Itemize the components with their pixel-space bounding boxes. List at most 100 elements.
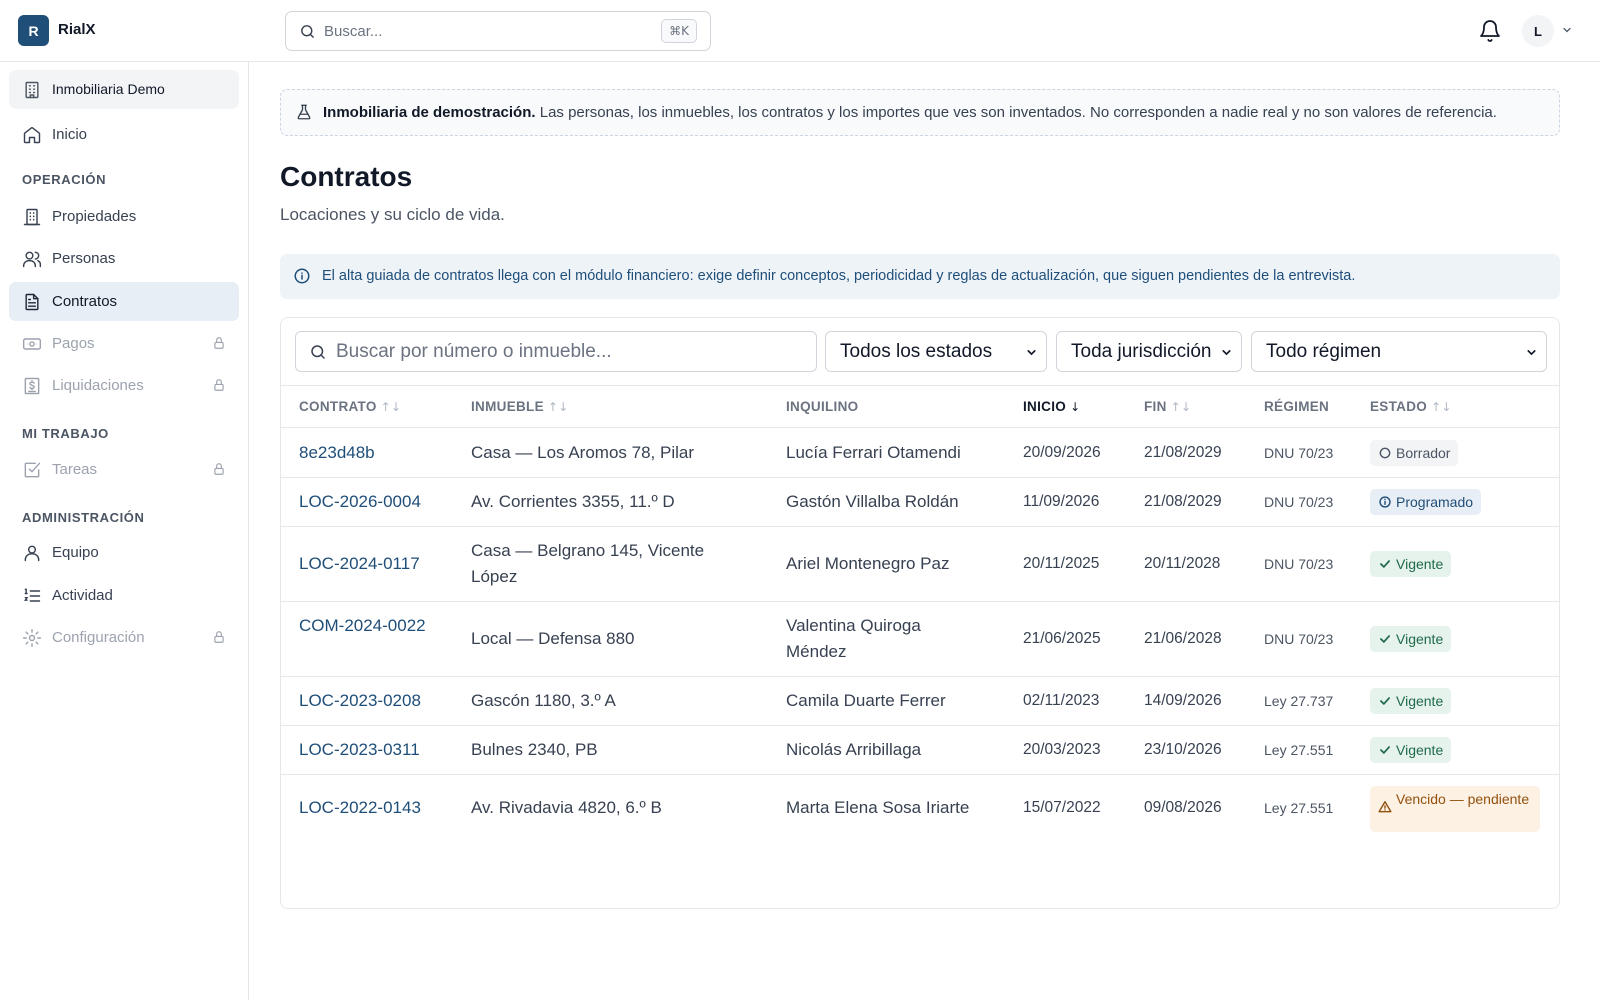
regime-cell: Ley 27.551 — [1264, 800, 1334, 816]
app-name[interactable]: RialX — [58, 21, 96, 38]
table-row[interactable]: COM-2024-0022 Local — Defensa 880 Valent… — [281, 602, 1559, 677]
sidebar-item-propiedades[interactable]: Propiedades — [9, 197, 239, 236]
main-content: Inmobiliaria de demostración. Las person… — [250, 62, 1600, 1000]
sort-icon: ↑↓ — [1170, 400, 1192, 414]
sidebar-item-label: Equipo — [52, 544, 99, 561]
info-icon — [1379, 496, 1391, 508]
contract-search-input[interactable] — [336, 340, 796, 364]
table-row[interactable]: 8e23d48b Casa — Los Aromos 78, Pilar Luc… — [281, 428, 1559, 478]
sidebar-item-tareas[interactable]: Tareas — [9, 450, 239, 489]
column-header-label: FIN — [1144, 399, 1167, 414]
contract-link[interactable]: 8e23d48b — [299, 440, 375, 466]
user-icon — [24, 545, 40, 562]
regime-cell: DNU 70/23 — [1264, 494, 1334, 510]
banknote-icon — [22, 338, 42, 350]
status-badge-label: Vencido — pendiente — [1396, 791, 1530, 807]
sort-icon: ↑↓ — [380, 400, 402, 414]
org-name: Inmobiliaria Demo — [52, 81, 165, 97]
property-cell: Casa — Los Aromos 78, Pilar — [471, 443, 694, 462]
sidebar-item-label: Personas — [52, 250, 116, 267]
end-date-cell: 21/08/2029 — [1144, 444, 1222, 461]
table-row[interactable]: LOC-2022-0143 Av. Rivadavia 4820, 6.º B … — [281, 775, 1559, 842]
section-mi-trabajo: MI TRABAJO — [22, 426, 109, 441]
contract-link[interactable]: LOC-2026-0004 — [299, 489, 421, 515]
column-header-fin[interactable]: FIN ↑↓ — [1144, 399, 1191, 414]
start-date-cell: 15/07/2022 — [1023, 799, 1101, 816]
sidebar-item-configuracion[interactable]: Configuración — [9, 618, 239, 657]
page-subtitle: Locaciones y su ciclo de vida. — [280, 205, 505, 224]
chevron-down-icon[interactable] — [1561, 24, 1573, 36]
table-row[interactable]: LOC-2023-0208 Gascón 1180, 3.º A Camila … — [281, 677, 1559, 726]
regime-filter-select[interactable]: Todo régimen — [1251, 331, 1547, 372]
regime-cell: DNU 70/23 — [1264, 631, 1334, 647]
section-administracion: ADMINISTRACIÓN — [22, 510, 145, 525]
status-badge: Vigente — [1370, 688, 1452, 714]
sidebar-item-label: Contratos — [52, 293, 118, 310]
receipt-icon — [24, 377, 40, 395]
regime-filter-value: Todo régimen — [1266, 341, 1382, 362]
sidebar-item-pagos[interactable]: Pagos — [9, 324, 239, 363]
tenant-cell: Gastón Villalba Roldán — [786, 492, 959, 511]
contract-link[interactable]: LOC-2023-0208 — [299, 688, 421, 714]
info-banner: El alta guiada de contratos llega con el… — [280, 254, 1560, 299]
sidebar-item-personas[interactable]: Personas — [9, 239, 239, 278]
contracts-table-card: Todos los estados Toda jurisdicción Todo… — [280, 317, 1560, 909]
sidebar-item-actividad[interactable]: Actividad — [9, 576, 239, 615]
status-badge-label: Vigente — [1396, 693, 1444, 709]
jurisdiction-filter-select[interactable]: Toda jurisdicción — [1056, 331, 1242, 372]
contract-link[interactable]: LOC-2022-0143 — [299, 795, 421, 821]
global-search[interactable]: ⌘K — [285, 11, 711, 51]
status-filter-select[interactable]: Todos los estados — [825, 331, 1047, 372]
table-row[interactable]: LOC-2023-0311 Bulnes 2340, PB Nicolás Ar… — [281, 726, 1559, 775]
table-row[interactable]: LOC-2026-0004 Av. Corrientes 3355, 11.º … — [281, 478, 1559, 527]
status-badge-label: Borrador — [1396, 445, 1451, 461]
sort-desc-icon: ↓ — [1070, 400, 1081, 414]
sort-icon: ↑↓ — [1431, 400, 1452, 414]
info-banner-text: El alta guiada de contratos llega con el… — [322, 268, 1356, 284]
end-date-cell: 14/09/2026 — [1144, 692, 1222, 709]
sidebar-item-liquidaciones[interactable]: Liquidaciones — [9, 366, 239, 405]
users-icon — [22, 251, 42, 268]
table-row[interactable]: LOC-2024-0117 Casa — Belgrano 145, Vicen… — [281, 527, 1559, 602]
sidebar-item-inicio[interactable]: Inicio — [9, 115, 239, 154]
search-icon — [301, 25, 314, 38]
property-cell: Bulnes 2340, PB — [471, 740, 598, 759]
contract-link[interactable]: LOC-2024-0117 — [299, 551, 420, 577]
warning-icon — [1378, 801, 1392, 813]
regime-cell: DNU 70/23 — [1264, 445, 1334, 461]
column-header-inicio[interactable]: INICIO ↓ — [1023, 399, 1080, 414]
status-filter-value: Todos los estados — [840, 341, 993, 362]
column-header-label: INICIO — [1023, 399, 1067, 414]
column-header-contrato[interactable]: CONTRATO ↑↓ — [299, 399, 401, 414]
column-header-estado[interactable]: ESTADO ↑↓ — [1370, 399, 1452, 414]
status-badge: Borrador — [1370, 440, 1459, 466]
contract-link[interactable]: LOC-2023-0311 — [299, 737, 420, 763]
status-badge: Vigente — [1370, 551, 1452, 577]
search-icon — [311, 345, 325, 359]
sidebar-item-equipo[interactable]: Equipo — [9, 533, 239, 572]
property-cell: Gascón 1180, 3.º A — [471, 691, 616, 710]
start-date-cell: 11/09/2026 — [1023, 493, 1100, 510]
contract-link[interactable]: COM-2024-0022 — [299, 613, 429, 639]
start-date-cell: 20/09/2026 — [1023, 444, 1101, 461]
property-cell: Casa — Belgrano 145, Vicente López — [471, 541, 705, 586]
column-header-inmueble[interactable]: INMUEBLE ↑↓ — [471, 399, 569, 414]
app-logo[interactable]: R — [18, 15, 49, 46]
sidebar-item-contratos[interactable]: Contratos — [9, 282, 239, 321]
end-date-cell: 23/10/2026 — [1144, 741, 1222, 758]
column-header-inquilino: INQUILINO — [786, 399, 858, 414]
contract-search[interactable] — [295, 331, 817, 372]
checkbox-icon — [24, 462, 41, 478]
bell-icon[interactable] — [1478, 19, 1502, 43]
lock-icon — [214, 379, 224, 391]
start-date-cell: 20/11/2025 — [1023, 555, 1100, 572]
start-date-cell: 20/03/2023 — [1023, 741, 1101, 758]
check-icon — [1380, 746, 1390, 754]
status-badge: Vigente — [1370, 737, 1452, 763]
org-switcher[interactable]: Inmobiliaria Demo — [9, 70, 239, 109]
avatar[interactable]: L — [1522, 15, 1554, 47]
sidebar-item-label: Pagos — [52, 335, 95, 352]
global-search-input[interactable] — [324, 20, 644, 42]
start-date-cell: 02/11/2023 — [1023, 692, 1100, 709]
status-badge: Vigente — [1370, 626, 1452, 652]
